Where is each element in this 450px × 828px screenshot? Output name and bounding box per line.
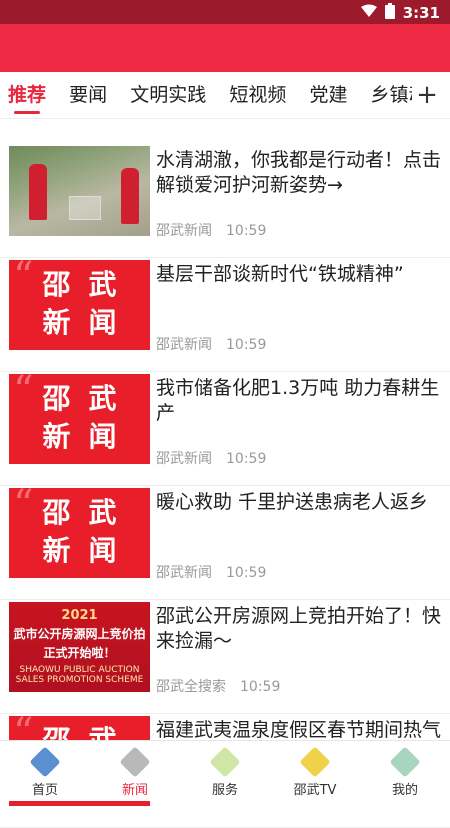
news-time: 10:59 bbox=[240, 679, 281, 695]
news-icon bbox=[119, 746, 151, 778]
status-bar: 3:31 bbox=[0, 0, 450, 24]
nav-label: 新闻 bbox=[121, 783, 148, 798]
news-item[interactable]: 2021 武市公开房源网上竞价拍 正式开始啦！ SHAOWU PUBLIC AU… bbox=[0, 600, 450, 714]
nav-shaowu-tv[interactable]: 邵武TV bbox=[270, 741, 360, 801]
service-icon bbox=[209, 746, 241, 778]
news-source: 邵武全搜索 bbox=[156, 679, 226, 695]
nav-profile[interactable]: 我的 bbox=[360, 741, 450, 801]
news-thumbnail: 2021 武市公开房源网上竞价拍 正式开始啦！ SHAOWU PUBLIC AU… bbox=[9, 602, 150, 692]
nav-label: 邵武TV bbox=[293, 783, 337, 798]
tab-party-building[interactable]: 党建 bbox=[309, 72, 347, 118]
nav-news[interactable]: 新闻 bbox=[90, 741, 180, 801]
tab-township-news[interactable]: 乡镇动态 bbox=[371, 72, 412, 118]
news-item[interactable]: “ 邵武新闻 我市储备化肥1.3万吨 助力春耕生产 邵武新闻 10:59 bbox=[0, 372, 450, 486]
news-title: 我市储备化肥1.3万吨 助力春耕生产 bbox=[156, 377, 440, 424]
tv-icon bbox=[299, 746, 331, 778]
tab-headlines[interactable]: 要闻 bbox=[69, 72, 107, 118]
news-item[interactable]: 水清湖澈，你我都是行动者！点击解锁爱河护河新姿势→ 邵武新闻 10:59 bbox=[0, 144, 450, 258]
poster-line3: SHAOWU PUBLIC AUCTION SALES PROMOTION SC… bbox=[15, 665, 144, 685]
news-meta: 邵武新闻 10:59 bbox=[156, 562, 266, 582]
home-icon bbox=[29, 746, 61, 778]
nav-label: 服务 bbox=[211, 783, 238, 798]
thumbnail-logo-text: 邵武新闻 bbox=[42, 496, 135, 567]
nav-label: 我的 bbox=[391, 783, 418, 798]
thumbnail-logo-text: 邵武新闻 bbox=[42, 268, 135, 339]
tab-scroll[interactable]: 推荐 要闻 文明实践 短视频 党建 乡镇动态 bbox=[0, 72, 412, 118]
plus-icon[interactable]: + bbox=[412, 72, 442, 118]
poster-year: 2021 bbox=[61, 608, 98, 623]
tab-civilization-practice[interactable]: 文明实践 bbox=[130, 72, 206, 118]
tab-recommend[interactable]: 推荐 bbox=[8, 72, 46, 118]
news-title: 水清湖澈，你我都是行动者！点击解锁爱河护河新姿势→ bbox=[156, 149, 442, 196]
news-title: 暖心救助 千里护送患病老人返乡 bbox=[156, 491, 429, 513]
nav-home[interactable]: 首页 bbox=[0, 741, 90, 801]
tab-short-video[interactable]: 短视频 bbox=[229, 72, 286, 118]
status-time: 3:31 bbox=[402, 4, 440, 22]
nav-service[interactable]: 服务 bbox=[180, 741, 270, 801]
bottom-nav: 首页 新闻 服务 邵武TV 我的 bbox=[0, 740, 450, 801]
app-header bbox=[0, 24, 450, 72]
news-source: 邵武新闻 bbox=[156, 451, 212, 467]
news-meta: 邵武全搜索 10:59 bbox=[156, 676, 280, 696]
news-time: 10:59 bbox=[226, 565, 267, 581]
battery-icon bbox=[384, 3, 395, 23]
news-time: 10:59 bbox=[226, 451, 267, 467]
news-meta: 邵武新闻 10:59 bbox=[156, 220, 266, 240]
news-item[interactable]: “ 邵武新闻 暖心救助 千里护送患病老人返乡 邵武新闻 10:59 bbox=[0, 486, 450, 600]
news-source: 邵武新闻 bbox=[156, 565, 212, 581]
news-title: 邵武公开房源网上竞拍开始了！快来捡漏～ bbox=[156, 605, 442, 652]
news-item[interactable]: “ 邵武新闻 基层干部谈新时代“铁城精神” 邵武新闻 10:59 bbox=[0, 258, 450, 372]
thumbnail-logo-text: 邵武新闻 bbox=[42, 382, 135, 453]
news-thumbnail: “ 邵武新闻 bbox=[9, 374, 150, 464]
news-thumbnail bbox=[9, 146, 150, 236]
news-time: 10:59 bbox=[226, 337, 267, 353]
news-list: 水清湖澈，你我都是行动者！点击解锁爱河护河新姿势→ 邵武新闻 10:59 “ 邵武… bbox=[0, 144, 450, 828]
profile-icon bbox=[389, 746, 421, 778]
news-meta: 邵武新闻 10:59 bbox=[156, 448, 266, 468]
news-time: 10:59 bbox=[226, 223, 267, 239]
category-tabs: 推荐 要闻 文明实践 短视频 党建 乡镇动态 + bbox=[0, 72, 450, 119]
poster-line2: 正式开始啦！ bbox=[43, 646, 116, 660]
poster-line1: 武市公开房源网上竞价拍 bbox=[13, 627, 146, 641]
news-title: 基层干部谈新时代“铁城精神” bbox=[156, 263, 404, 285]
nav-label: 首页 bbox=[31, 783, 58, 798]
news-thumbnail: “ 邵武新闻 bbox=[9, 488, 150, 578]
news-meta: 邵武新闻 10:59 bbox=[156, 334, 266, 354]
news-thumbnail: “ 邵武新闻 bbox=[9, 260, 150, 350]
news-source: 邵武新闻 bbox=[156, 223, 212, 239]
news-source: 邵武新闻 bbox=[156, 337, 212, 353]
wifi-icon bbox=[360, 4, 377, 22]
